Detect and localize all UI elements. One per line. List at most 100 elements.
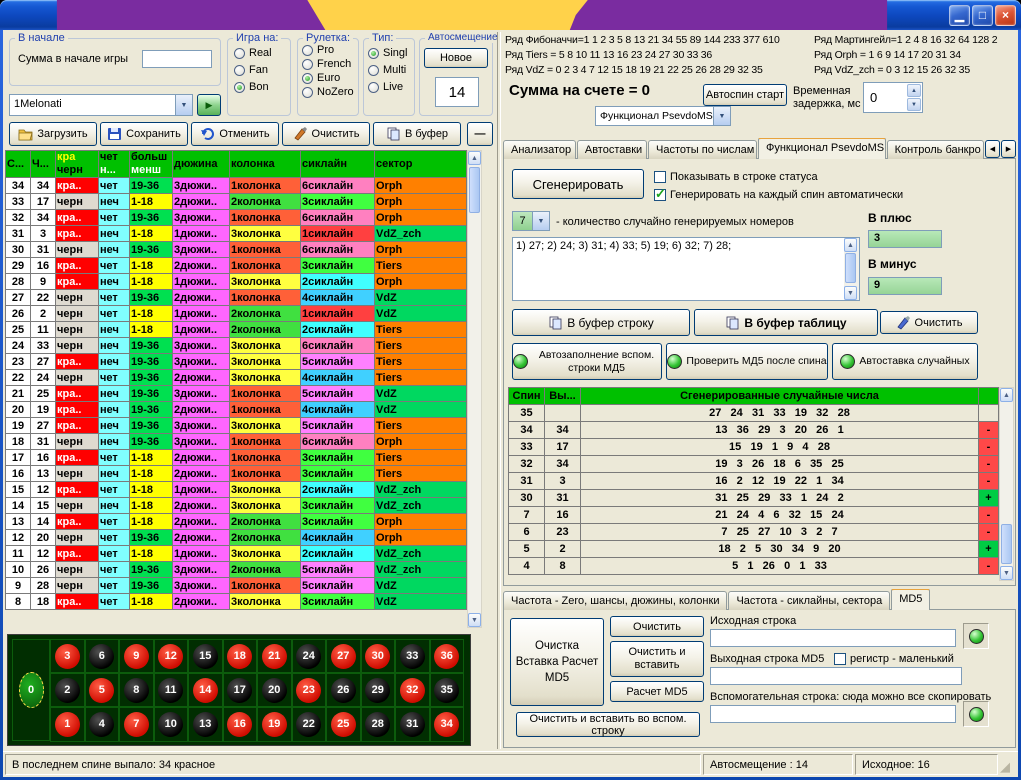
scrollbar-thumb[interactable] xyxy=(1001,524,1012,564)
autospin-start-button[interactable]: Автоспин старт xyxy=(703,84,787,106)
radio-real[interactable]: Real xyxy=(234,47,290,59)
board-cell-5[interactable]: 5 xyxy=(85,673,120,707)
board-cell-23[interactable]: 23 xyxy=(292,673,327,707)
new-button[interactable]: Новое xyxy=(424,48,488,68)
board-cell-29[interactable]: 29 xyxy=(361,673,396,707)
lowercase-checkbox[interactable]: регистр - маленький xyxy=(834,653,954,665)
board-cell-11[interactable]: 11 xyxy=(154,673,189,707)
tab-scroll-left-icon[interactable]: ◀ xyxy=(985,140,1000,158)
main-tab[interactable]: Автоставки xyxy=(577,140,647,159)
md5-clear-button[interactable]: Очистить xyxy=(610,616,704,637)
board-cell-1[interactable]: 1 xyxy=(50,707,85,741)
radio-pro[interactable]: Pro xyxy=(302,44,358,56)
copy-row-button[interactable]: В буфер строку xyxy=(512,309,690,336)
scroll-up-icon[interactable]: ▲ xyxy=(1000,388,1013,402)
scrollbar-thumb[interactable] xyxy=(845,253,856,283)
board-cell-20[interactable]: 20 xyxy=(257,673,292,707)
md5-all-in-one-button[interactable]: Очистка Вставка Расчет MD5 xyxy=(510,618,604,706)
load-button[interactable]: Загрузить xyxy=(9,122,97,146)
md5-clear-paste-button[interactable]: Очистить и вставить xyxy=(610,641,704,677)
board-cell-32[interactable]: 32 xyxy=(395,673,430,707)
show-status-checkbox[interactable]: Показывать в строке статуса xyxy=(654,171,818,183)
gen-table-scrollbar[interactable]: ▲ ▼ xyxy=(999,387,1014,581)
function-combobox[interactable]: Функционал PsevdoMS ▼ xyxy=(595,106,731,126)
frequency-tab[interactable]: MD5 xyxy=(891,589,930,610)
board-cell-31[interactable]: 31 xyxy=(395,707,430,741)
radio-singl[interactable]: Singl xyxy=(368,47,414,59)
board-cell-35[interactable]: 35 xyxy=(430,673,465,707)
board-cell-16[interactable]: 16 xyxy=(223,707,258,741)
minimize-button[interactable]: ▁ xyxy=(949,5,970,26)
chevron-down-icon[interactable]: ▼ xyxy=(532,212,549,230)
copy-table-button[interactable]: В буфер таблицу xyxy=(694,309,878,336)
copy-buffer-button[interactable]: В буфер xyxy=(373,122,461,146)
board-cell-8[interactable]: 8 xyxy=(119,673,154,707)
helper-string-input[interactable] xyxy=(710,705,956,723)
board-cell-36[interactable]: 36 xyxy=(430,639,465,673)
clear-history-button[interactable]: Очистить xyxy=(282,122,370,146)
board-cell-24[interactable]: 24 xyxy=(292,639,327,673)
board-cell-13[interactable]: 13 xyxy=(188,707,223,741)
board-cell-9[interactable]: 9 xyxy=(119,639,154,673)
resize-grip[interactable]: ◢ xyxy=(1000,754,1016,775)
board-cell-15[interactable]: 15 xyxy=(188,639,223,673)
board-cell-21[interactable]: 21 xyxy=(257,639,292,673)
board-cell-2[interactable]: 2 xyxy=(50,673,85,707)
board-cell-7[interactable]: 7 xyxy=(119,707,154,741)
board-cell-30[interactable]: 30 xyxy=(361,639,396,673)
spin-up-icon[interactable]: ▲ xyxy=(907,84,921,97)
collapse-button[interactable]: — xyxy=(467,122,493,146)
frequency-tab[interactable]: Частота - Zero, шансы, дюжины, колонки xyxy=(503,591,727,610)
main-tab[interactable]: Анализатор xyxy=(503,140,576,159)
autobet-button[interactable]: Автоставка случайных xyxy=(832,343,978,380)
delay-spinner[interactable]: 0 ▲ ▼ xyxy=(863,82,923,113)
board-cell-12[interactable]: 12 xyxy=(154,639,189,673)
undo-button[interactable]: Отменить xyxy=(191,122,279,146)
start-sum-input[interactable] xyxy=(142,50,212,68)
tab-scroll-right-icon[interactable]: ▶ xyxy=(1001,140,1016,158)
main-tab[interactable]: Функционал PsevdoMS xyxy=(758,138,886,159)
board-cell-6[interactable]: 6 xyxy=(85,639,120,673)
board-cell-26[interactable]: 26 xyxy=(326,673,361,707)
main-tab[interactable]: Частоты по числам xyxy=(648,140,757,159)
radio-bon[interactable]: Bon xyxy=(234,81,290,93)
count-combobox[interactable]: 7 ▼ xyxy=(512,211,550,231)
scroll-up-icon[interactable]: ▲ xyxy=(844,238,857,252)
board-cell-25[interactable]: 25 xyxy=(326,707,361,741)
radio-euro[interactable]: Euro xyxy=(302,72,358,84)
radio-nozero[interactable]: NoZero xyxy=(302,86,358,98)
radio-multi[interactable]: Multi xyxy=(368,64,414,76)
scroll-down-icon[interactable]: ▼ xyxy=(468,613,481,627)
radio-french[interactable]: French xyxy=(302,58,358,70)
scroll-down-icon[interactable]: ▼ xyxy=(1000,566,1013,580)
md5-paste-helper-button[interactable]: Очистить и вставить во вспом. строку xyxy=(516,712,700,737)
clear-generated-button[interactable]: Очистить xyxy=(880,311,978,334)
generated-numbers-textarea[interactable]: 1) 27; 2) 24; 3) 31; 4) 33; 5) 19; 6) 32… xyxy=(512,237,860,301)
board-cell-27[interactable]: 27 xyxy=(326,639,361,673)
check-md5-button[interactable]: Проверить МД5 после спина xyxy=(666,343,828,380)
board-cell-zero[interactable]: 0 xyxy=(12,639,50,741)
textarea-scrollbar[interactable]: ▲ ▼ xyxy=(844,238,859,300)
board-cell-4[interactable]: 4 xyxy=(85,707,120,741)
radio-fan[interactable]: Fan xyxy=(234,64,290,76)
chevron-down-icon[interactable]: ▼ xyxy=(713,107,730,125)
radio-live[interactable]: Live xyxy=(368,81,414,93)
md5-calc-button[interactable]: Расчет MD5 xyxy=(610,681,704,702)
history-scrollbar[interactable]: ▲ ▼ xyxy=(467,150,482,628)
board-cell-18[interactable]: 18 xyxy=(223,639,258,673)
source-string-input[interactable] xyxy=(710,629,956,647)
board-cell-14[interactable]: 14 xyxy=(188,673,223,707)
board-cell-19[interactable]: 19 xyxy=(257,707,292,741)
board-cell-17[interactable]: 17 xyxy=(223,673,258,707)
board-cell-22[interactable]: 22 xyxy=(292,707,327,741)
generate-button[interactable]: Сгенерировать xyxy=(512,169,644,199)
md5-helper-go-button[interactable] xyxy=(963,701,989,727)
scroll-down-icon[interactable]: ▼ xyxy=(844,286,857,300)
preset-combobox[interactable]: 1Melonati ▼ xyxy=(9,94,193,116)
board-cell-10[interactable]: 10 xyxy=(154,707,189,741)
md5-source-go-button[interactable] xyxy=(963,623,989,649)
frequency-tab[interactable]: Частота - сиклайны, сектора xyxy=(728,591,890,610)
main-tab[interactable]: Контроль банкро xyxy=(887,140,984,159)
save-button[interactable]: Сохранить xyxy=(100,122,188,146)
board-cell-33[interactable]: 33 xyxy=(395,639,430,673)
